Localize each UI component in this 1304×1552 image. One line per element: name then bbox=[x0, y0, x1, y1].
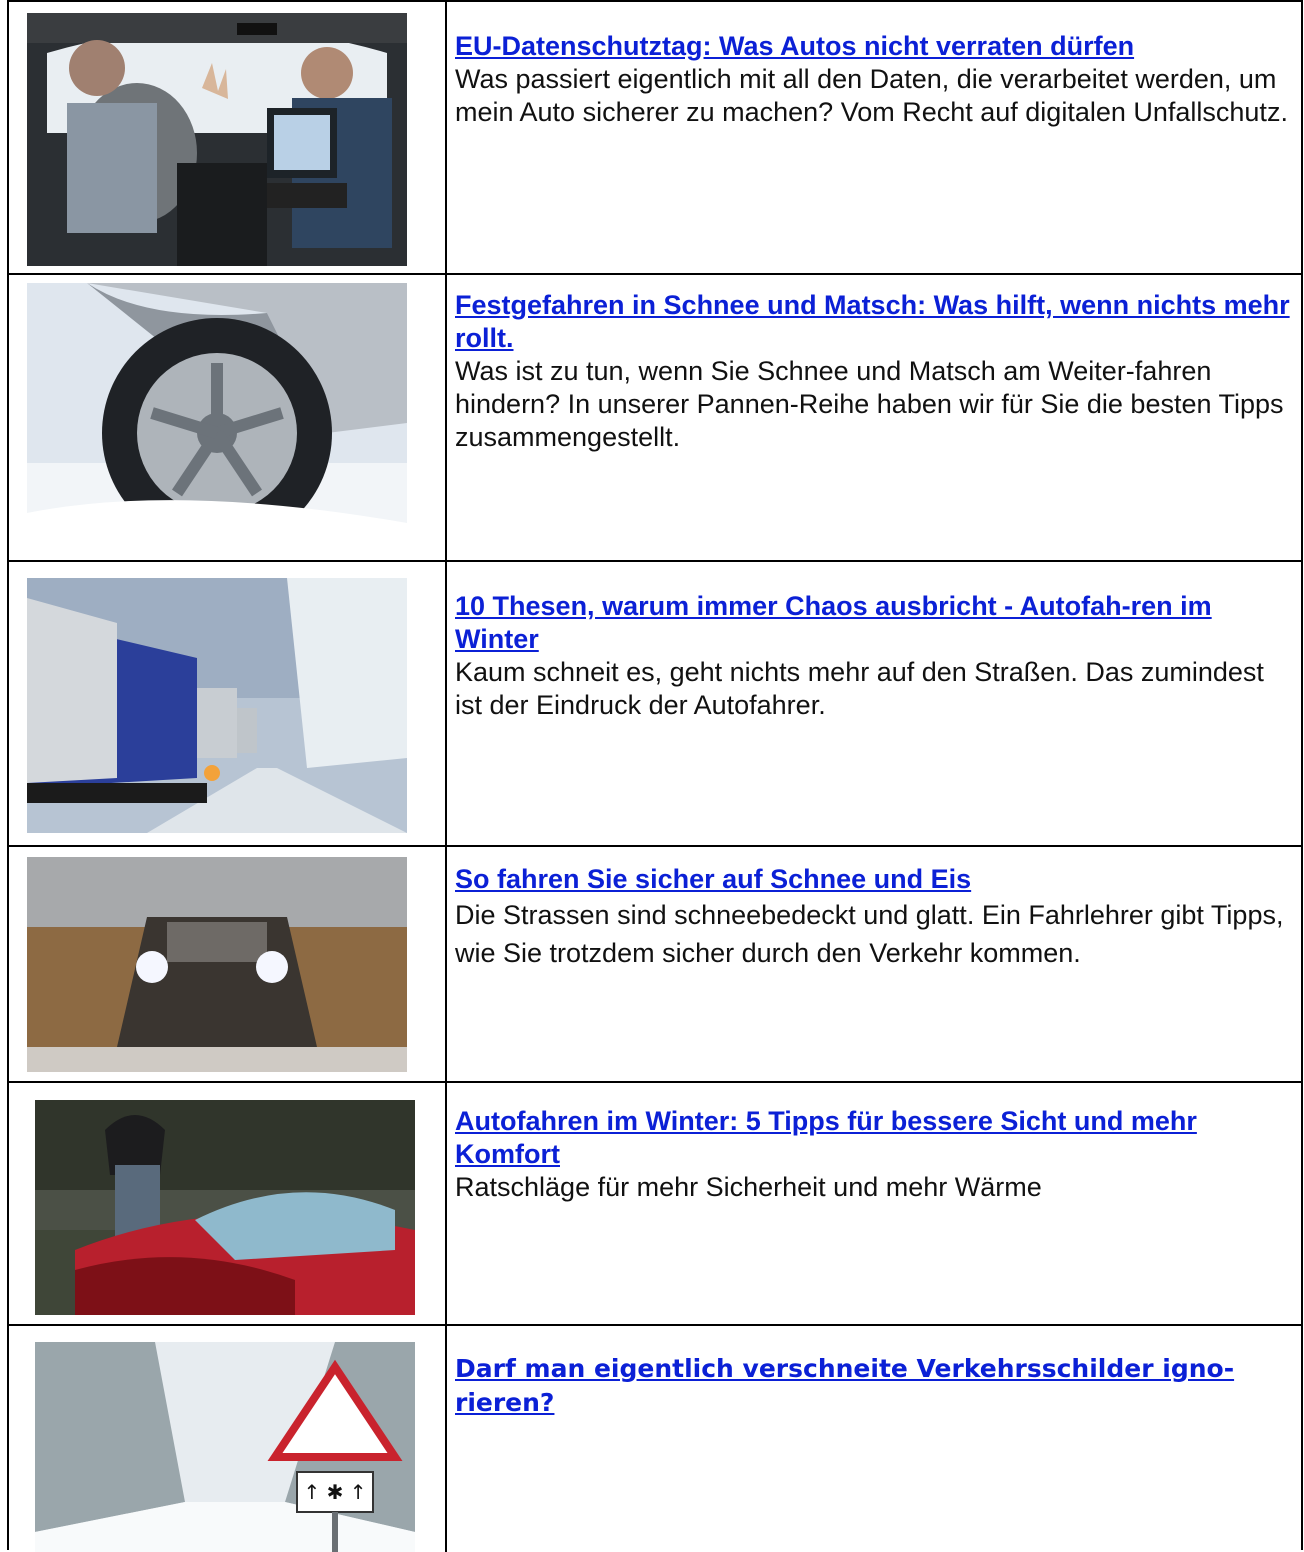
frozen-car-image[interactable] bbox=[35, 1100, 415, 1315]
car-snowstorm-image[interactable] bbox=[27, 857, 407, 1072]
article-title-link[interactable]: EU-Datenschutztag: Was Autos nicht verra… bbox=[455, 30, 1293, 63]
trucks-highway-image[interactable] bbox=[27, 578, 407, 833]
article-table: EU-Datenschutztag: Was Autos nicht verra… bbox=[7, 0, 1303, 1552]
article-row: EU-Datenschutztag: Was Autos nicht verra… bbox=[9, 2, 1301, 275]
article-description: Was ist zu tun, wenn Sie Schnee und Mats… bbox=[455, 356, 1284, 452]
article-title-link[interactable]: Festgefahren in Schnee und Matsch: Was h… bbox=[455, 289, 1293, 355]
article-row: Festgefahren in Schnee und Matsch: Was h… bbox=[9, 275, 1301, 562]
article-description: Ratschläge für mehr Sicherheit und mehr … bbox=[455, 1172, 1042, 1202]
article-title-link[interactable]: Darf man eigentlich verschneite Verkehrs… bbox=[455, 1352, 1293, 1420]
article-description: Kaum schneit es, geht nichts mehr auf de… bbox=[455, 657, 1264, 720]
article-row: So fahren Sie sicher auf Schnee und Eis … bbox=[9, 847, 1301, 1083]
snow-sign-image[interactable]: ↑ ✱ ↑ bbox=[35, 1342, 415, 1552]
article-row: 10 Thesen, warum immer Chaos ausbricht -… bbox=[9, 562, 1301, 847]
svg-text:↑ ✱ ↑: ↑ ✱ ↑ bbox=[304, 1480, 367, 1504]
article-title-link[interactable]: So fahren Sie sicher auf Schnee und Eis bbox=[455, 863, 1293, 896]
article-description: Was passiert eigentlich mit all den Date… bbox=[455, 64, 1288, 127]
article-title-link[interactable]: Autofahren im Winter: 5 Tipps für besser… bbox=[455, 1105, 1293, 1171]
car-interior-image[interactable] bbox=[27, 13, 407, 266]
article-row: ↑ ✱ ↑ Darf man eigentlich verschneite Ve… bbox=[9, 1326, 1301, 1552]
article-row: Autofahren im Winter: 5 Tipps für besser… bbox=[9, 1083, 1301, 1326]
tire-snow-image[interactable] bbox=[27, 283, 407, 551]
article-description: Die Strassen sind schneebedeckt und glat… bbox=[455, 900, 1284, 968]
article-title-link[interactable]: 10 Thesen, warum immer Chaos ausbricht -… bbox=[455, 590, 1293, 656]
